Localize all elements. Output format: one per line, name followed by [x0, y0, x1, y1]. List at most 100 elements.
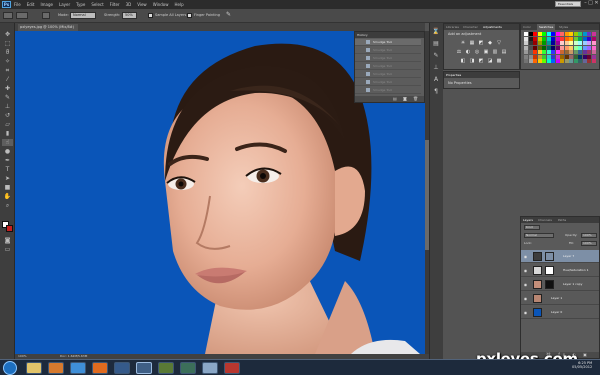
color-swatch[interactable] [591, 59, 596, 63]
color-swatch[interactable] [524, 50, 528, 54]
menu-file[interactable]: File [14, 2, 21, 7]
color-swatch[interactable] [528, 59, 533, 63]
tab-paths[interactable]: Paths [558, 217, 566, 223]
color-swatch[interactable] [587, 59, 591, 63]
trash-icon[interactable]: 🗑 [413, 96, 418, 101]
color-swatch[interactable] [560, 45, 564, 50]
hue-saturation-icon[interactable]: ◐ [465, 50, 471, 55]
tab-channels[interactable]: Channels [538, 217, 552, 223]
color-swatch[interactable] [524, 32, 528, 36]
color-swatch[interactable] [528, 36, 533, 41]
layer-row[interactable]: ◉ Hue/Saturation 1 [521, 264, 599, 277]
color-swatch[interactable] [582, 36, 587, 41]
color-swatch[interactable] [591, 50, 596, 54]
color-swatch[interactable] [582, 41, 587, 45]
visibility-eye-icon[interactable]: ◉ [523, 282, 528, 287]
color-swatch[interactable] [533, 54, 537, 59]
menu-filter[interactable]: Filter [110, 2, 120, 7]
color-swatch[interactable] [569, 32, 573, 36]
document-tab[interactable]: pxlyeyes.jpg @ 100% (Mix/8#) [18, 24, 78, 31]
quick-select-tool-icon[interactable]: ✧ [2, 58, 13, 65]
color-swatch[interactable] [551, 50, 555, 54]
tab-character[interactable]: Character [463, 24, 478, 30]
color-swatch[interactable] [542, 32, 546, 36]
menu-window[interactable]: Window [153, 2, 169, 7]
layer-name[interactable]: Layer 1 [551, 296, 562, 300]
color-swatch[interactable] [524, 59, 528, 63]
layer-name[interactable]: Layer 7 [563, 254, 574, 258]
layer-row[interactable]: ◉ Layer 1 [521, 292, 599, 305]
color-swatch[interactable] [555, 54, 560, 59]
color-swatch[interactable] [573, 45, 578, 50]
visibility-eye-icon[interactable]: ◉ [523, 254, 528, 259]
color-swatch[interactable] [591, 36, 596, 41]
color-swatch[interactable] [551, 32, 555, 36]
color-swatch[interactable] [578, 50, 582, 54]
channel-mixer-icon[interactable]: ▣ [483, 50, 489, 55]
app-taskbar-icon[interactable] [180, 362, 196, 374]
layer-name[interactable]: Layer 1 copy [563, 282, 582, 286]
color-swatch[interactable] [587, 54, 591, 59]
media-taskbar-icon[interactable] [48, 362, 64, 374]
color-swatch[interactable] [573, 50, 578, 54]
gradient-tool-icon[interactable]: ▮ [2, 130, 13, 137]
color-swatch[interactable] [524, 45, 528, 50]
color-swatch[interactable] [569, 41, 573, 45]
strength-input[interactable]: 50% [122, 12, 137, 19]
color-swatch[interactable] [546, 41, 551, 45]
pen-tool-icon[interactable]: ✒ [2, 157, 13, 164]
color-swatch[interactable] [546, 59, 551, 63]
color-swatch[interactable] [542, 36, 546, 41]
color-swatch[interactable] [537, 36, 542, 41]
clone-source-icon[interactable]: ⊥ [432, 64, 440, 71]
layer-row[interactable]: ◉ Layer 1 copy [521, 278, 599, 291]
menu-layer[interactable]: Layer [59, 2, 70, 7]
color-swatch[interactable] [537, 32, 542, 36]
invert-icon[interactable]: ◧ [460, 59, 466, 64]
color-swatch[interactable] [573, 59, 578, 63]
history-item[interactable]: Smudge Tool [355, 39, 421, 46]
visibility-eye-icon[interactable]: ◉ [523, 296, 528, 301]
color-swatch[interactable] [564, 32, 569, 36]
selective-color-icon[interactable]: ▩ [496, 59, 502, 64]
sample-all-checkbox[interactable] [148, 13, 153, 18]
color-swatch[interactable] [528, 50, 533, 54]
color-swatch[interactable] [537, 50, 542, 54]
tab-swatches[interactable]: Swatches [537, 24, 556, 30]
color-swatch[interactable] [591, 41, 596, 45]
color-swatch[interactable] [546, 45, 551, 50]
color-swatch[interactable] [578, 32, 582, 36]
history-item[interactable]: Smudge Tool [355, 55, 421, 62]
menu-image[interactable]: Image [40, 2, 53, 7]
color-swatch[interactable] [569, 59, 573, 63]
history-item[interactable]: Smudge Tool [355, 79, 421, 86]
color-swatch[interactable] [587, 45, 591, 50]
color-swatch[interactable] [533, 32, 537, 36]
color-swatch[interactable] [573, 41, 578, 45]
snapshot-icon[interactable]: ◙ [403, 96, 407, 101]
layer-name[interactable]: Hue/Saturation 1 [563, 268, 589, 272]
tab-properties[interactable]: Properties [446, 72, 461, 78]
dodge-tool-icon[interactable]: ● [2, 148, 13, 155]
photo-filter-icon[interactable]: ◎ [474, 50, 480, 55]
crop-tool-icon[interactable]: ⌗ [2, 67, 13, 74]
history-panel-icon[interactable]: ⌛ [432, 28, 440, 35]
opacity-input[interactable]: 100% [581, 233, 597, 238]
color-swatch[interactable] [560, 36, 564, 41]
color-swatch[interactable] [582, 32, 587, 36]
workspace-switcher[interactable]: Essentials [555, 1, 581, 7]
color-swatch[interactable] [555, 41, 560, 45]
chrome-taskbar-icon[interactable] [70, 362, 86, 374]
color-balance-icon[interactable]: ⚖ [456, 50, 462, 55]
hand-tool-icon[interactable]: ✋ [2, 193, 13, 200]
new-document-icon[interactable]: ▤ [393, 96, 397, 101]
brush-preset-picker[interactable] [16, 12, 28, 19]
fill-input[interactable]: 100% [581, 241, 597, 246]
color-swatch[interactable] [560, 59, 564, 63]
color-swatch[interactable] [578, 45, 582, 50]
menu-type[interactable]: Type [76, 2, 85, 7]
color-swatch[interactable] [560, 32, 564, 36]
color-swatch[interactable] [528, 54, 533, 59]
color-swatch[interactable] [573, 32, 578, 36]
finger-painting-checkbox[interactable] [187, 13, 192, 18]
